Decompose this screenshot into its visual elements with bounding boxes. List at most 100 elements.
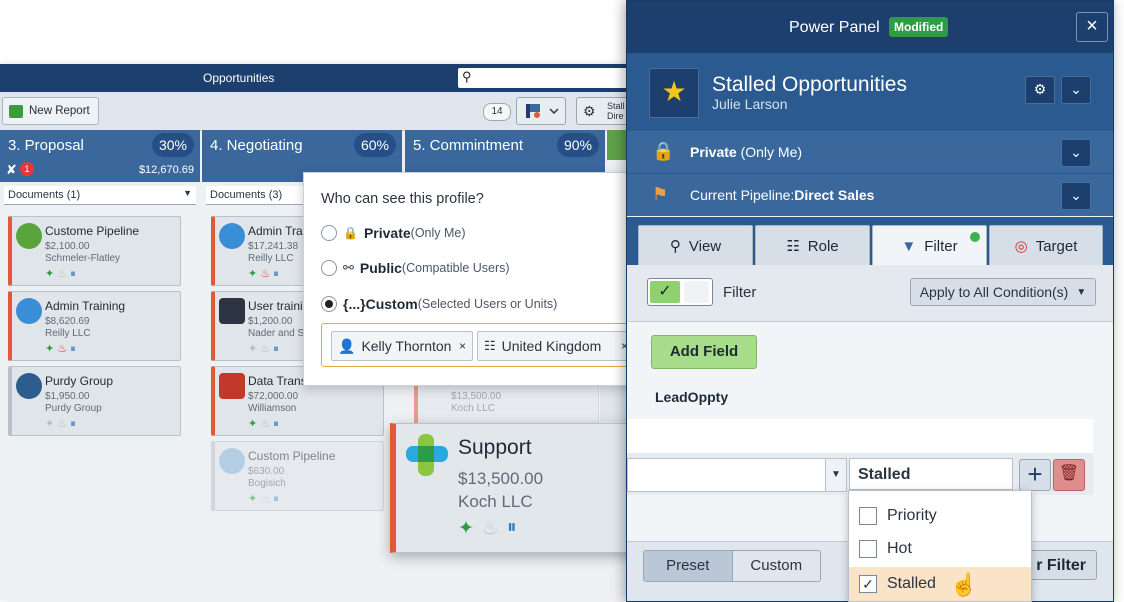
option-stalled[interactable]: ✓ Stalled xyxy=(849,567,1031,601)
new-report-button[interactable]: New Report xyxy=(2,97,99,125)
condition-value-select[interactable]: Stalled xyxy=(849,458,1013,490)
card-name: Data Trans xyxy=(248,374,307,388)
app-title-bar: Opportunities ⚲ xyxy=(0,64,680,92)
card-amount: $2,100.00 xyxy=(45,241,90,252)
card-company: Nader and S xyxy=(248,328,305,339)
pause-icon[interactable]: ⏸ xyxy=(507,517,517,540)
checkbox[interactable] xyxy=(859,540,877,558)
chip-user: 👤 Kelly Thornton × xyxy=(331,331,473,361)
field-label: LeadOppty xyxy=(655,389,729,405)
stage-header-negotiating[interactable]: 4. Negotiating 60% xyxy=(202,130,402,160)
option-priority[interactable]: Priority xyxy=(849,501,1031,531)
modified-badge: Modified xyxy=(889,17,949,37)
hot-icon: ♨ xyxy=(260,343,271,355)
card-company: Koch LLC xyxy=(458,492,533,511)
role-icon: ☷ xyxy=(786,238,800,255)
company-logo xyxy=(219,298,245,324)
target-icon: ✦ xyxy=(45,418,55,430)
selected-units-field[interactable]: 👤 Kelly Thornton × ☷ United Kingdom × xyxy=(321,323,635,367)
tab-label: Role xyxy=(807,237,839,255)
hot-icon: ♨ xyxy=(260,418,271,430)
card-name: Custom Pipeline xyxy=(248,449,336,463)
card-amount: $17,241.38 xyxy=(248,241,299,252)
tab-target[interactable]: ◎ Target xyxy=(989,225,1103,266)
card-icons: ✦ ♨ ⏸ xyxy=(248,342,279,356)
documents-dropdown[interactable]: Documents (1) ▼ xyxy=(4,186,196,205)
target-icon: ✦ xyxy=(45,268,55,280)
condition-row: ▼ Stalled + 🗑 xyxy=(627,453,1093,495)
card-company: Purdy Group xyxy=(45,403,102,414)
pipeline-row[interactable]: ⚑ Current Pipeline:Direct Sales ⌄ xyxy=(627,174,1113,216)
stage-header-commitment[interactable]: 5. Commintment 90% xyxy=(405,130,605,160)
card-amount: $8,620.69 xyxy=(45,316,90,327)
target-icon: ✦ xyxy=(45,343,55,355)
checkbox[interactable] xyxy=(859,507,877,525)
stage-name: 4. Negotiating xyxy=(210,137,303,154)
target-icon: ✦ xyxy=(248,493,258,505)
visibility-option-public[interactable]: ⚯ Public (Compatible Users) xyxy=(321,259,510,277)
card-icons: ✦ ♨ ⏸ xyxy=(458,517,516,540)
privacy-row[interactable]: 🔒 Private (Only Me) ⌄ xyxy=(627,131,1113,174)
tab-filter[interactable]: ▼ Filter xyxy=(872,225,987,266)
new-report-label: New Report xyxy=(29,105,90,117)
chevron-down-icon[interactable]: ⌄ xyxy=(1061,182,1091,210)
visibility-popup: Who can see this profile? 🔒 Private (Only… xyxy=(303,172,645,386)
card-company: Schmeler-Flatley xyxy=(45,253,121,264)
remove-chip-button[interactable]: × xyxy=(459,339,466,353)
close-button[interactable]: × xyxy=(1076,12,1108,42)
add-field-button[interactable]: Add Field xyxy=(651,335,757,369)
chevron-down-icon[interactable]: ⌄ xyxy=(1061,76,1091,104)
preset-custom-toggle[interactable]: Preset Custom xyxy=(643,550,821,582)
company-logo xyxy=(219,223,245,249)
visibility-option-custom[interactable]: {...} Custom (Selected Users or Units) xyxy=(321,295,557,313)
chip-label: United Kingdom xyxy=(501,338,602,354)
filter-toggle[interactable]: ✓ xyxy=(647,278,713,306)
caret-down-icon: ▼ xyxy=(1076,286,1087,298)
segment-preset[interactable]: Preset xyxy=(644,551,733,581)
radio-button[interactable] xyxy=(321,296,337,312)
opportunity-card[interactable]: Purdy Group $1,950.00 Purdy Group ✦ ♨ ⏸ xyxy=(8,366,181,436)
pipeline-prefix: Current Pipeline: xyxy=(690,187,795,203)
profile-name: Stalled Opportunities xyxy=(712,73,907,96)
alert-count: 1 xyxy=(20,162,34,176)
star-icon[interactable]: ★ xyxy=(649,68,699,118)
tab-view[interactable]: ⚲ View xyxy=(638,225,753,266)
card-amount: $72,000.00 xyxy=(248,391,299,402)
trash-icon[interactable]: 🗑 xyxy=(1053,459,1085,491)
chevron-down-icon: ▼ xyxy=(183,188,192,198)
filter-icon: ▼ xyxy=(901,237,917,255)
gear-icon[interactable]: ⚙ xyxy=(1025,76,1055,104)
profile-header: ★ Stalled Opportunities Julie Larson ⚙ ⌄ xyxy=(627,53,1113,131)
filter-toggle-row: ✓ Filter Apply to All Condition(s) ▼ xyxy=(627,265,1113,322)
flag-icon xyxy=(526,104,559,118)
search-input[interactable]: ⚲ xyxy=(458,68,628,88)
opportunity-card[interactable]: Custome Pipeline $2,100.00 Schmeler-Flat… xyxy=(8,216,181,286)
flag-dropdown-button[interactable] xyxy=(516,97,566,125)
stage-header-proposal[interactable]: 3. Proposal 30% xyxy=(0,130,200,160)
tab-role[interactable]: ☷ Role xyxy=(755,225,870,266)
card-icons: ✦ ♨ ⏸ xyxy=(248,267,279,281)
apply-mode-dropdown[interactable]: Apply to All Condition(s) ▼ xyxy=(910,278,1096,306)
apply-mode-label: Apply to All Condition(s) xyxy=(919,284,1069,300)
condition-options-dropdown: Priority Hot ✓ Stalled xyxy=(848,490,1032,602)
checkbox-checked[interactable]: ✓ xyxy=(859,575,877,593)
stage-name: 3. Proposal xyxy=(8,137,84,154)
stage-percent: 60% xyxy=(354,133,396,157)
opportunity-card[interactable]: Custom Pipeline $630.00 Bogisich ✦ ♨ ⏸ xyxy=(211,441,384,511)
chevron-down-icon[interactable]: ⌄ xyxy=(1061,139,1091,167)
opportunity-card[interactable]: Admin Training $8,620.69 Reilly LLC ✦ ♨ … xyxy=(8,291,181,361)
documents-label: Documents (3) xyxy=(210,189,283,201)
org-icon: ☷ xyxy=(484,338,496,353)
option-hot[interactable]: Hot xyxy=(849,534,1031,564)
pause-icon: ⏸ xyxy=(273,268,279,280)
chevron-down-icon[interactable]: ▼ xyxy=(825,459,846,491)
segment-custom[interactable]: Custom xyxy=(733,551,821,581)
operator-select[interactable]: ▼ xyxy=(627,458,847,492)
radio-button[interactable] xyxy=(321,260,337,276)
radio-button[interactable] xyxy=(321,225,337,241)
card-company: Koch LLC xyxy=(451,403,495,414)
option-label: Custom xyxy=(365,296,418,312)
add-condition-button[interactable]: + xyxy=(1019,459,1051,491)
visibility-option-private[interactable]: 🔒 Private (Only Me) xyxy=(321,224,466,242)
company-logo xyxy=(16,223,42,249)
